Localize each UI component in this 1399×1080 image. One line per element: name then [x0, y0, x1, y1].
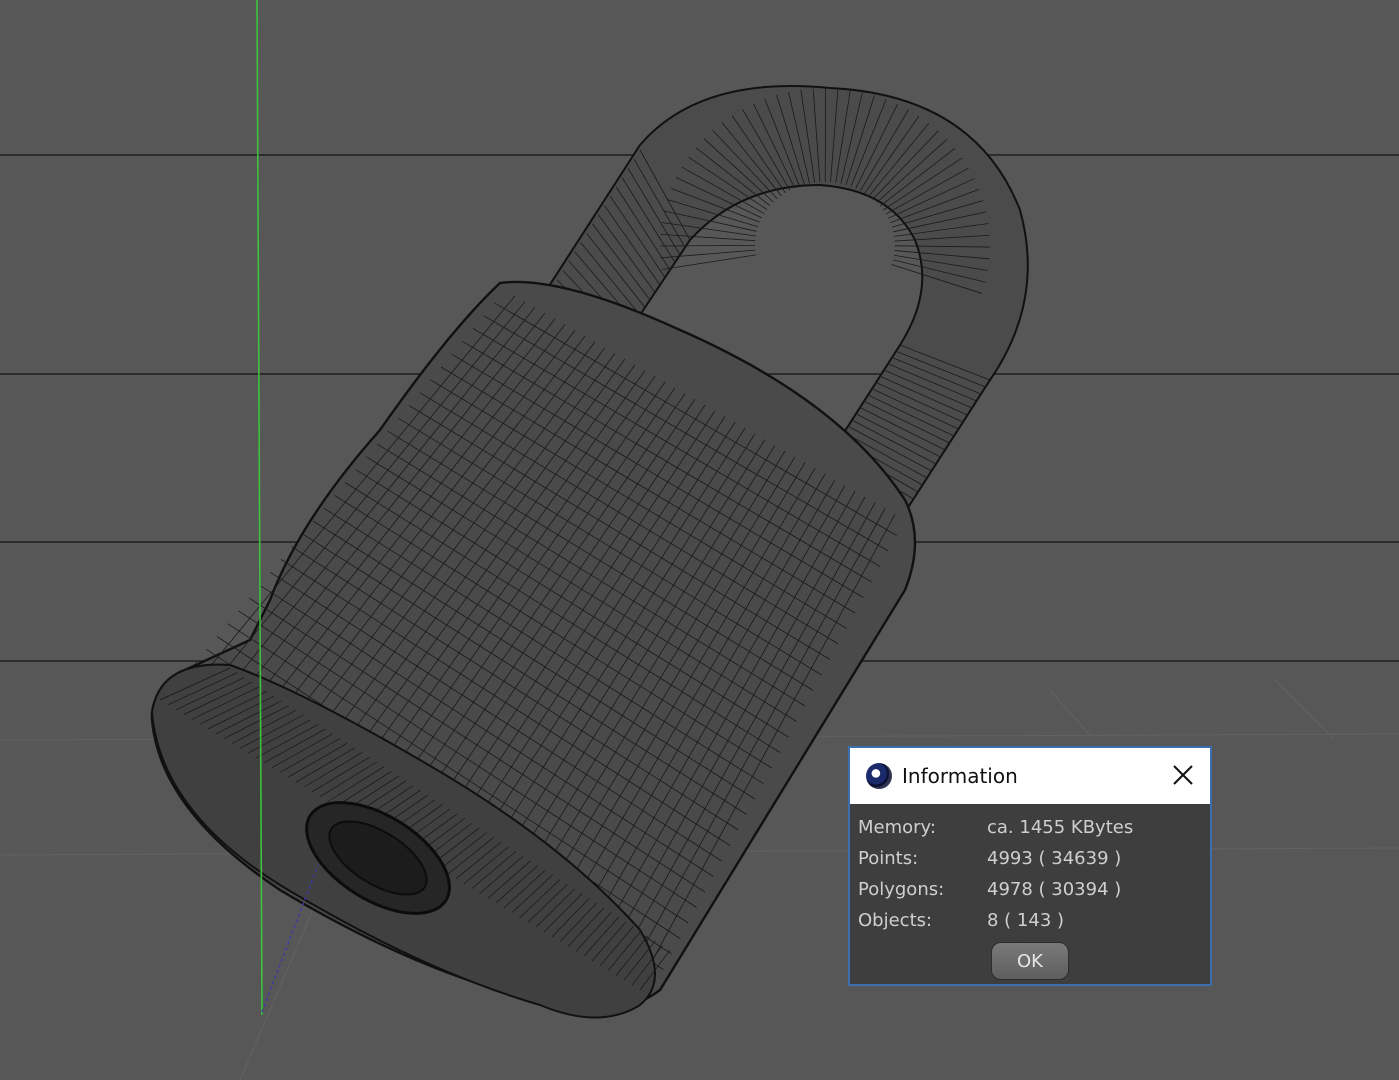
info-label: Memory: [858, 817, 936, 838]
info-row-points: Points: 4993 ( 34639 ) [856, 843, 1204, 874]
info-row-polygons: Polygons: 4978 ( 30394 ) [856, 874, 1204, 905]
dialog-body: Memory: ca. 1455 KBytes Points: 4993 ( 3… [850, 804, 1210, 980]
info-label: Polygons: [858, 879, 945, 900]
info-row-objects: Objects: 8 ( 143 ) [856, 905, 1204, 936]
cinema4d-app-icon [866, 763, 892, 789]
dialog-titlebar[interactable]: Information [850, 748, 1210, 804]
padlock-body [150, 280, 917, 1019]
information-dialog: Information Memory: ca. 1455 KBytes Poin… [848, 746, 1212, 986]
info-value: 4993 ( 34639 ) [987, 848, 1122, 869]
dialog-title: Information [902, 764, 1018, 788]
info-value: 4978 ( 30394 ) [987, 879, 1122, 900]
info-label: Objects: [858, 910, 933, 931]
info-value: 8 ( 143 ) [987, 910, 1065, 931]
info-value: ca. 1455 KBytes [987, 817, 1134, 838]
close-icon[interactable] [1170, 762, 1196, 788]
info-row-memory: Memory: ca. 1455 KBytes [856, 812, 1204, 843]
info-label: Points: [858, 848, 919, 869]
ok-button[interactable]: OK [991, 942, 1069, 980]
